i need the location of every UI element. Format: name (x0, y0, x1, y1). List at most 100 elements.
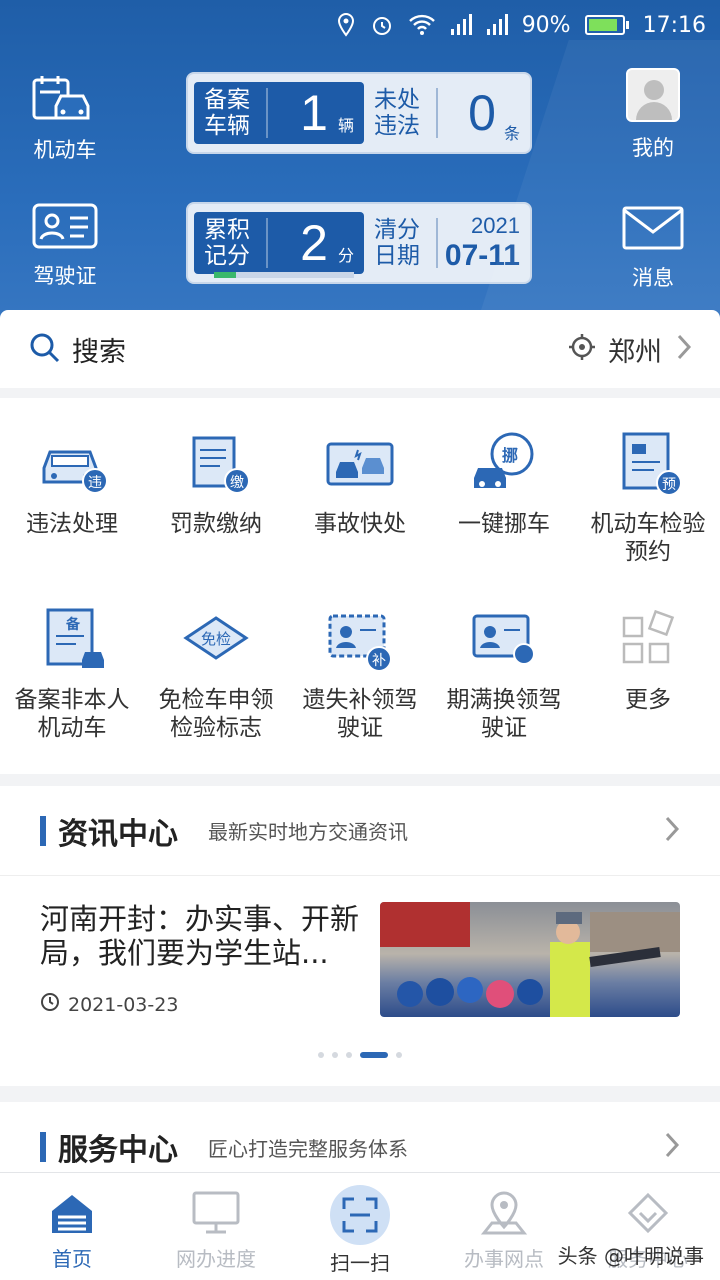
service-label: 违法处理 (26, 511, 118, 537)
clear-date-month-day: 07-11 (444, 239, 520, 272)
news-panel: 资讯中心 最新实时地方交通资讯 河南开封：办实事、开新局，我们要为学生站... … (0, 786, 720, 1086)
city-selector[interactable]: 郑州 (608, 330, 662, 369)
driver-license-label: 驾驶证 (33, 264, 97, 288)
search-label: 搜索 (72, 336, 126, 368)
id-card-icon (30, 198, 100, 254)
points-card[interactable]: 累积记分 2 分 清分日期 2021 07-11 (186, 202, 532, 284)
section-marker (40, 815, 46, 846)
service-inspection-booking[interactable]: 预 机动车检验预约 (576, 428, 720, 566)
service-move-car[interactable]: 挪 一键挪车 (432, 428, 576, 566)
service-accident[interactable]: 事故快处 (288, 428, 432, 566)
motor-vehicle-button[interactable]: 机动车 (10, 72, 120, 164)
nav-service-points[interactable]: 办事网点 (432, 1173, 576, 1280)
location-icon (336, 13, 356, 37)
bill-icon: 缴 (180, 428, 252, 500)
chevron-right-icon (664, 815, 680, 847)
mine-button[interactable]: 我的 (598, 68, 708, 162)
move-car-icon: 挪 (468, 428, 540, 500)
service-more[interactable]: 更多 (576, 604, 720, 742)
carousel-dot[interactable] (396, 1052, 402, 1058)
service-label: 事故快处 (314, 511, 406, 537)
service-label: 期满换领驾驶证 (446, 687, 562, 741)
clear-date-year: 2021 (471, 213, 520, 238)
chevron-right-icon (664, 1131, 680, 1163)
clock: 17:16 (642, 12, 706, 38)
wifi-icon (408, 14, 436, 36)
avatar (626, 68, 680, 122)
news-header[interactable]: 资讯中心 最新实时地方交通资讯 (0, 786, 720, 876)
nav-label: 网办进度 (176, 1247, 256, 1271)
search-icon (28, 331, 60, 367)
service-label: 一键挪车 (458, 511, 550, 537)
pending-violations-label: 未处违法 (374, 87, 420, 139)
nav-scan[interactable]: 扫一扫 (288, 1173, 432, 1280)
service-replace-lost-license[interactable]: 补 遗失补领驾驶证 (288, 604, 432, 742)
registered-vehicles: 备案车辆 1 辆 (194, 82, 364, 144)
nav-label: 办事网点 (464, 1247, 544, 1271)
battery-icon (584, 15, 629, 35)
service-label: 更多 (625, 687, 671, 713)
motor-vehicle-label: 机动车 (33, 138, 97, 162)
section-marker (40, 1132, 46, 1162)
exempt-tag-icon: 免检 (180, 604, 252, 676)
pending-violations-unit: 条 (503, 124, 520, 143)
registered-vehicles-unit: 辆 (337, 116, 354, 135)
more-grid-icon (612, 604, 684, 676)
service-label: 遗失补领驾驶证 (302, 687, 418, 741)
service-renew-license[interactable]: 期满换领驾驶证 (432, 604, 576, 742)
car-calendar-icon (30, 72, 100, 128)
nav-progress[interactable]: 网办进度 (144, 1173, 288, 1280)
service-exempt-sticker[interactable]: 免检 免检车申领检验标志 (144, 604, 288, 742)
news-item[interactable]: 河南开封：办实事、开新局，我们要为学生站... 2021-03-23 (40, 902, 680, 1022)
carousel-dot-active[interactable] (360, 1052, 388, 1058)
envelope-icon (618, 200, 688, 256)
service-label: 罚款缴纳 (170, 511, 262, 537)
car-violation-icon: 违 (36, 428, 108, 500)
payment-badge: 缴 (224, 468, 250, 494)
search-bar[interactable]: 搜索 郑州 (0, 310, 720, 388)
vehicle-violation-card[interactable]: 备案车辆 1 辆 未处违法 0 条 (186, 72, 532, 154)
inspection-doc-icon: 预 (612, 428, 684, 500)
renew-license-icon (468, 604, 540, 676)
battery-percent: 90% (521, 12, 571, 38)
register-doc-icon: 备 (36, 604, 108, 676)
service-register-other-vehicle[interactable]: 备 备案非本人机动车 (0, 604, 144, 742)
carousel-indicator (0, 1052, 720, 1058)
message-label: 消息 (632, 266, 674, 290)
registered-vehicles-label: 备案车辆 (204, 87, 250, 139)
nav-label: 扫一扫 (330, 1251, 390, 1275)
booking-badge: 预 (656, 470, 682, 496)
news-item-date-row: 2021-03-23 (40, 992, 178, 1017)
service-violation[interactable]: 违 违法处理 (0, 428, 144, 566)
service-fine-payment[interactable]: 缴 罚款缴纳 (144, 428, 288, 566)
news-subtitle: 最新实时地方交通资讯 (208, 820, 408, 844)
exempt-badge: 免检 (200, 630, 231, 648)
status-bar: 90% 17:16 (0, 0, 720, 50)
news-item-date: 2021-03-23 (68, 993, 179, 1016)
accumulated-points: 累积记分 2 分 (194, 212, 364, 274)
nav-home[interactable]: 首页 (0, 1173, 144, 1280)
watermark: 头条 @叶明说事 (557, 1244, 704, 1268)
service-label: 机动车检验预约 (590, 511, 706, 565)
chevron-right-icon (676, 333, 692, 365)
accumulated-points-unit: 分 (337, 246, 354, 265)
message-button[interactable]: 消息 (598, 200, 708, 292)
carousel-dot[interactable] (318, 1052, 324, 1058)
service-center-title: 服务中心 (58, 1133, 178, 1168)
news-item-title: 河南开封：办实事、开新局，我们要为学生站... (40, 902, 360, 970)
clock-icon (40, 992, 60, 1017)
signal-icon (450, 14, 472, 36)
violation-badge: 违 (82, 468, 108, 494)
lost-license-icon: 补 (324, 604, 396, 676)
driver-license-button[interactable]: 驾驶证 (10, 198, 120, 290)
carousel-dot[interactable] (346, 1052, 352, 1058)
locate-icon (568, 333, 596, 365)
service-center-subtitle: 匠心打造完整服务体系 (208, 1136, 408, 1161)
service-label: 备案非本人机动车 (14, 687, 130, 741)
carousel-dot[interactable] (332, 1052, 338, 1058)
signal-icon-2 (486, 14, 508, 36)
news-title: 资讯中心 (58, 816, 178, 852)
scan-icon (330, 1185, 390, 1245)
points-progress (214, 272, 354, 278)
nav-label: 首页 (52, 1247, 92, 1271)
